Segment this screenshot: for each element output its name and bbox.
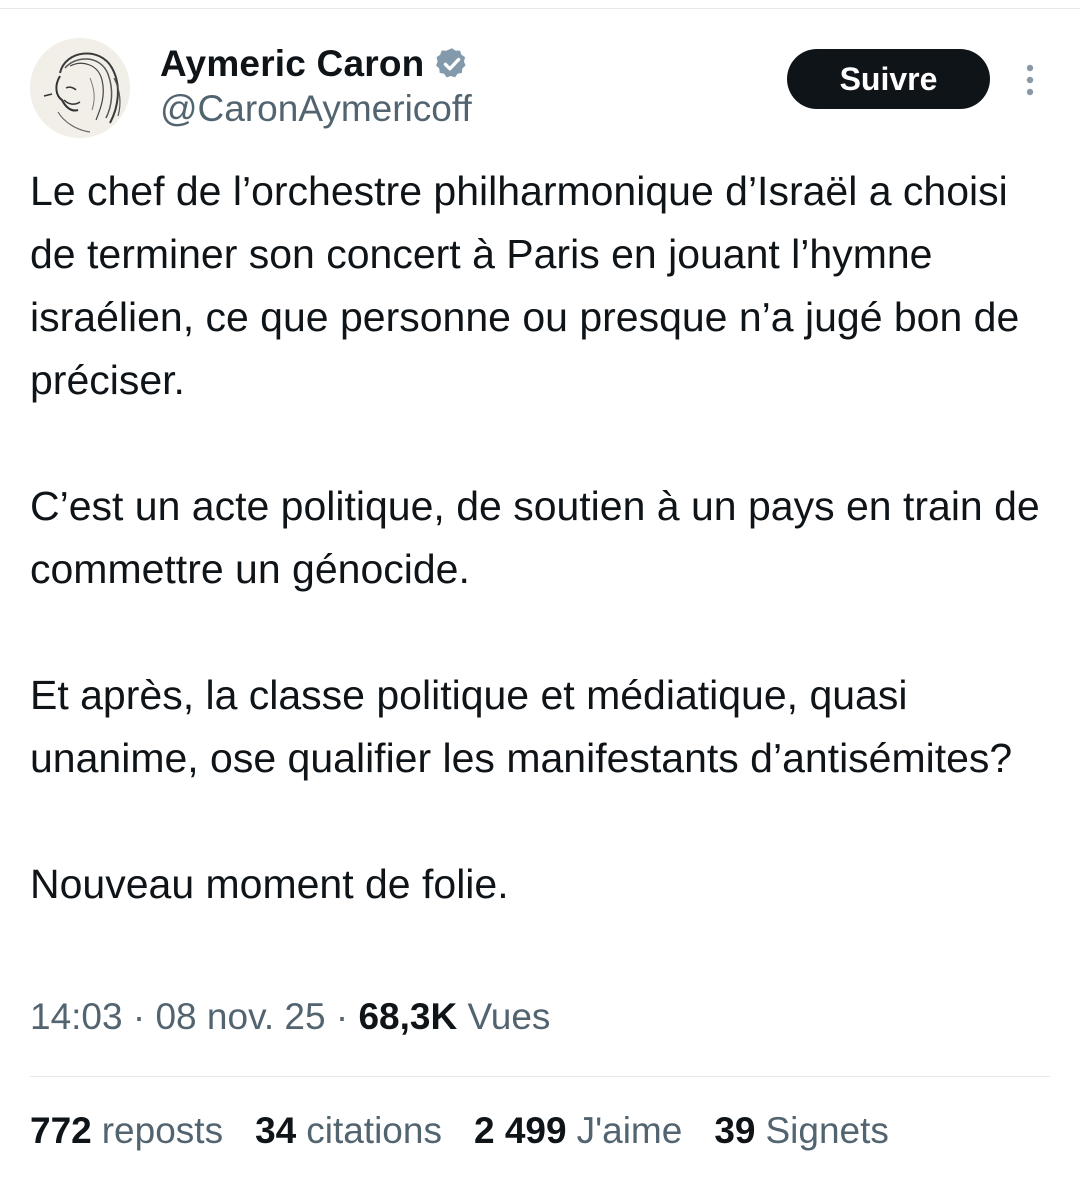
follow-button[interactable]: Suivre bbox=[787, 49, 990, 109]
stat-likes[interactable]: 2 499 J'aime bbox=[474, 1110, 682, 1152]
tweet-time[interactable]: 14:03 bbox=[30, 996, 123, 1037]
avatar[interactable] bbox=[30, 38, 130, 138]
meta-separator: · bbox=[122, 996, 156, 1037]
views-count: 68,3K bbox=[358, 996, 458, 1037]
stats-divider bbox=[30, 1076, 1050, 1077]
tweet-paragraph: Et après, la classe politique et médiati… bbox=[30, 672, 1013, 781]
tweet-header: Aymeric Caron @CaronAymericoff Suivre bbox=[30, 38, 1050, 142]
meta-separator: · bbox=[325, 996, 359, 1037]
avatar-sketch-image bbox=[30, 38, 130, 138]
top-divider bbox=[0, 8, 1080, 9]
views-label: Vues bbox=[467, 996, 551, 1037]
tweet-paragraph: C’est un acte politique, de soutien à un… bbox=[30, 483, 1040, 592]
tweet-paragraph: Le chef de l’orchestre philharmonique d’… bbox=[30, 168, 1020, 403]
display-name[interactable]: Aymeric Caron bbox=[160, 43, 424, 85]
stat-label: reposts bbox=[101, 1110, 224, 1151]
tweet-date[interactable]: 08 nov. 25 bbox=[155, 996, 325, 1037]
views-label-spacer bbox=[457, 996, 467, 1037]
more-options-icon[interactable] bbox=[1018, 62, 1042, 98]
name-row: Aymeric Caron bbox=[160, 42, 470, 86]
stat-label: Signets bbox=[765, 1110, 889, 1151]
stat-count: 772 bbox=[30, 1110, 92, 1151]
stat-label: citations bbox=[306, 1110, 442, 1151]
user-handle[interactable]: @CaronAymericoff bbox=[160, 88, 472, 130]
stat-count: 2 499 bbox=[473, 1110, 567, 1151]
stat-count: 39 bbox=[714, 1110, 756, 1151]
tweet-text: Le chef de l’orchestre philharmonique d’… bbox=[30, 160, 1050, 916]
stat-reposts[interactable]: 772 reposts bbox=[30, 1110, 223, 1152]
stat-label: J'aime bbox=[576, 1110, 683, 1151]
stat-count: 34 bbox=[255, 1110, 297, 1151]
engagement-stats: 772 reposts 34 citations 2 499 J'aime 39… bbox=[30, 1110, 889, 1152]
tweet-meta: 14:03 · 08 nov. 25 · 68,3K Vues bbox=[30, 996, 550, 1038]
tweet-paragraph: Nouveau moment de folie. bbox=[30, 861, 509, 907]
verified-badge-icon bbox=[434, 46, 470, 82]
stat-citations[interactable]: 34 citations bbox=[255, 1110, 442, 1152]
stat-bookmarks[interactable]: 39 Signets bbox=[714, 1110, 889, 1152]
